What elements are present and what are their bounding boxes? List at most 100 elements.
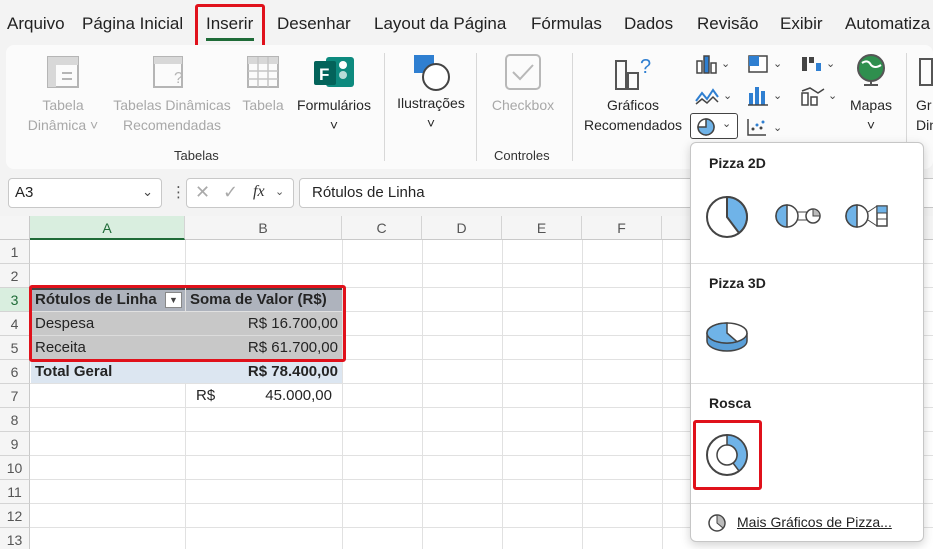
row-header[interactable]: 7 [0, 384, 30, 408]
column-chart-icon[interactable] [694, 53, 718, 75]
section-pizza-2d: Pizza 2D [709, 155, 766, 171]
section-rosca: Rosca [709, 395, 752, 411]
chevron-down-icon: ⌄ [142, 184, 153, 199]
menu-automatizar[interactable]: Automatiza [845, 14, 930, 34]
row-header[interactable]: 3 [0, 288, 30, 312]
more-options-icon[interactable]: ⋮ [171, 183, 186, 201]
chevron-down-icon[interactable]: ⌄ [773, 57, 782, 70]
section-pizza-3d: Pizza 3D [709, 275, 766, 291]
statistic-chart-icon[interactable] [746, 83, 770, 107]
cancel-icon[interactable]: ✕ [195, 182, 210, 203]
recommended-pivot-button[interactable]: Tabelas Dinâmicas Recomendadas [108, 95, 236, 135]
recommended-pivot-icon: ? [153, 56, 183, 88]
row-header[interactable]: 4 [0, 312, 30, 336]
insert-function-icon[interactable]: fx [253, 183, 265, 201]
menu-dados[interactable]: Dados [624, 14, 673, 34]
chevron-down-icon: ⌄ [722, 118, 732, 130]
column-header-a[interactable]: A [30, 216, 185, 240]
row-header[interactable]: 8 [0, 408, 30, 432]
menu-bar: Arquivo Página Inicial Inserir Desenhar … [0, 0, 933, 48]
separator [384, 53, 385, 161]
row-header[interactable]: 9 [0, 432, 30, 456]
pie-chart-icon [708, 514, 726, 532]
pie-of-pie-option[interactable] [773, 201, 823, 231]
row-header[interactable]: 10 [0, 456, 30, 480]
illustrations-icon [414, 55, 450, 91]
maps-button[interactable]: Mapas ˅ [842, 95, 900, 135]
divider [691, 383, 923, 384]
svg-text:?: ? [640, 56, 651, 78]
column-header-b[interactable]: B [185, 216, 342, 240]
row-header[interactable]: 5 [0, 336, 30, 360]
row-header[interactable]: 1 [0, 240, 30, 264]
row-header[interactable]: 11 [0, 480, 30, 504]
chevron-down-icon[interactable]: ⌄ [773, 89, 782, 102]
divider [691, 263, 923, 264]
bar-of-pie-option[interactable] [843, 201, 893, 231]
column-header-c[interactable]: C [342, 216, 422, 240]
pivot-chart-button[interactable]: Gr Dinâ [916, 95, 933, 135]
chevron-down-icon[interactable]: ⌄ [721, 57, 730, 70]
name-box-value: A3 [15, 184, 34, 201]
pie-chart-icon [697, 118, 715, 136]
pivot-chart-icon [919, 58, 933, 86]
forms-button[interactable]: Formulários ˅ [292, 95, 376, 135]
menu-revisao[interactable]: Revisão [697, 14, 758, 34]
row-header[interactable]: 12 [0, 504, 30, 528]
menu-exibir[interactable]: Exibir [780, 14, 823, 34]
checkbox-button[interactable]: Checkbox [486, 95, 560, 115]
chevron-down-icon[interactable]: ⌄ [826, 57, 835, 70]
menu-pagina-inicial[interactable]: Página Inicial [82, 14, 183, 34]
group-controles-label: Controles [494, 148, 550, 163]
pivot-total-value[interactable]: R$ 78.400,00 [186, 360, 342, 384]
chevron-down-icon[interactable]: ⌄ [828, 89, 837, 102]
group-tabelas-label: Tabelas [174, 148, 219, 163]
recommended-charts-button[interactable]: Gráficos Recomendados [578, 95, 688, 135]
recommended-charts-icon: ? [615, 56, 651, 90]
pie-2d-option[interactable] [703, 193, 751, 241]
formula-controls: ✕ ✓ fx ⌄ [186, 178, 294, 208]
cell-b7-currency[interactable]: R$ [192, 384, 232, 408]
menu-layout[interactable]: Layout da Página [374, 14, 506, 34]
separator [572, 53, 573, 161]
name-box[interactable]: A3 ⌄ [8, 178, 162, 208]
pivot-table-button[interactable]: Tabela Dinâmica ˅ [23, 95, 103, 135]
select-all-corner[interactable] [0, 216, 30, 240]
menu-desenhar[interactable]: Desenhar [277, 14, 351, 34]
pie-3d-option[interactable] [703, 313, 751, 357]
waterfall-chart-icon[interactable] [800, 53, 824, 75]
pivot-table-icon [47, 56, 79, 88]
menu-arquivo[interactable]: Arquivo [7, 14, 65, 34]
chevron-down-icon[interactable]: ⌄ [773, 121, 782, 134]
highlight-inserir [195, 4, 265, 51]
column-header-f[interactable]: F [582, 216, 662, 240]
gridline [422, 240, 423, 549]
pivot-total-label[interactable]: Total Geral [31, 360, 185, 384]
checkbox-icon [505, 54, 541, 90]
column-header-d[interactable]: D [422, 216, 502, 240]
illustrations-button[interactable]: Ilustrações ˅ [392, 93, 470, 133]
separator [476, 53, 477, 161]
gridline [582, 240, 583, 549]
cell-b7-value[interactable]: 45.000,00 [232, 384, 336, 408]
row-header[interactable]: 2 [0, 264, 30, 288]
highlight-doughnut [693, 420, 762, 490]
forms-icon: F [314, 57, 354, 87]
hierarchy-chart-icon[interactable] [746, 53, 770, 75]
enter-check-icon[interactable]: ✓ [223, 182, 238, 203]
table-button[interactable]: Tabela [240, 95, 286, 115]
chevron-down-icon[interactable]: ⌄ [723, 89, 732, 102]
more-pie-charts-link[interactable]: Mais Gráficos de Pizza... [737, 514, 892, 530]
row-header[interactable]: 13 [0, 528, 30, 549]
row-header[interactable]: 6 [0, 360, 30, 384]
chevron-down-icon[interactable]: ⌄ [275, 185, 284, 198]
highlight-pivot-range [29, 285, 346, 362]
combo-chart-icon[interactable] [800, 85, 826, 107]
line-chart-icon[interactable] [694, 85, 720, 107]
svg-text:F: F [319, 65, 329, 84]
menu-formulas[interactable]: Fórmulas [531, 14, 602, 34]
pie-chart-button[interactable]: ⌄ [690, 113, 738, 139]
scatter-chart-icon[interactable] [746, 117, 768, 137]
column-header-e[interactable]: E [502, 216, 582, 240]
divider [691, 503, 923, 504]
